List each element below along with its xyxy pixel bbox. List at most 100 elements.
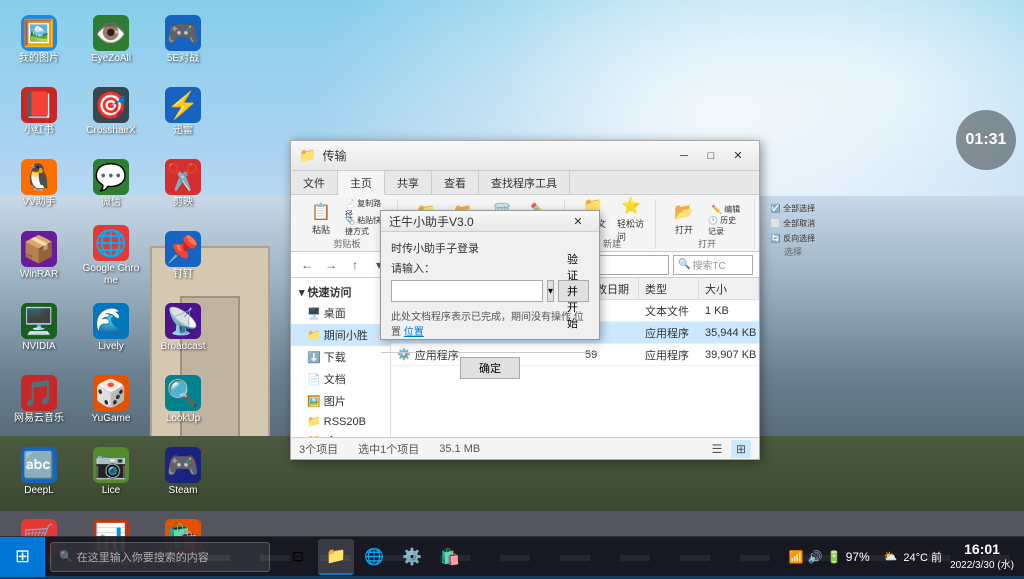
file-size: 1 KB [699,305,759,317]
desktop-icon-crosshairx[interactable]: 🎯 CrosshairX [77,77,145,147]
file-type: 文本文件 [639,303,699,319]
window-close-button[interactable]: ✕ [725,146,751,166]
sidebar: ▾快速访问 🖥️ 桌面 📁 期间小胜 ⬇️ 下载 📄 文档 🖼️ 图片 📁 RS… [291,278,391,437]
sidebar-item-rss20b[interactable]: 📁 RSS20B [291,412,390,431]
desktop-icon-label: 5E对战 [167,53,199,65]
file-size: 39,907 KB [699,349,759,361]
dialog-input-field[interactable] [391,280,543,302]
ribbon-tab-share[interactable]: 共享 [385,171,432,195]
desktop-icon-5e[interactable]: 🎮 5E对战 [149,5,217,75]
taskbar-time: 16:01 [950,540,1014,560]
desktop-icon-chrome[interactable]: 🌐 Google Chrome [77,221,145,291]
ribbon-btn-paste[interactable]: 📋 粘贴 [303,201,339,237]
desktop-icon-label: VV助手 [22,197,55,209]
taskbar-icon-edge[interactable]: 🌐 [356,539,392,575]
sidebar-header-quick-access[interactable]: ▾快速访问 [291,282,390,302]
desktop-icon-lively[interactable]: 🌊 Lively [77,293,145,363]
taskbar-search-bar[interactable]: 🔍 在这里输入你要搜索的内容 [50,542,270,572]
desktop-icon-mypictures[interactable]: 🖼️ 我的图片 [5,5,73,75]
status-items: 3个项目 [299,441,338,457]
tray-weather-text: 24°C 前 [903,549,942,565]
window-minimize-button[interactable]: ─ [671,146,697,166]
dialog-close-button[interactable]: ✕ [565,211,591,231]
desktop-icon-label: DeepL [24,485,53,497]
taskbar-icon-settings[interactable]: ⚙️ [394,539,430,575]
desktop-icon-dingding[interactable]: 📌 钉钉 [149,221,217,291]
desktop-icon-deepl[interactable]: 🔤 DeepL [5,437,73,507]
start-button[interactable]: ⊞ [0,537,45,577]
desktop-icon-jianying[interactable]: ✂️ 剪映 [149,149,217,219]
sidebar-item-desktop[interactable]: 🖥️ 桌面 [291,302,390,324]
desktop-icon-label: CrosshairX [86,125,135,137]
desktop-icon-yugame[interactable]: 🎲 YuGame [77,365,145,435]
ribbon-btn-invert-select[interactable]: 🔄 反向选择 [765,231,821,245]
ribbon-tab-file[interactable]: 文件 [291,171,338,195]
desktop-icon-label: EyeZoAll [91,53,131,65]
desktop-icon-label: 我的图片 [19,53,59,65]
desktop-icon-label: Google Chrome [79,263,143,287]
ribbon-group-open-label: 打开 [698,237,716,250]
search-placeholder: 搜索TC [692,257,725,272]
ribbon-btn-deselect-all[interactable]: ⬜ 全部取消 [765,216,821,230]
ribbon-tabs: 文件 主页 共享 查看 查找程序工具 [291,171,759,195]
desktop-icon-label: YuGame [92,413,131,425]
dialog-link[interactable]: 位置 [404,327,424,338]
desktop-icon-xiaohongshu[interactable]: 📕 小红书 [5,77,73,147]
ribbon-btn-easy-access[interactable]: ⭐ 轻松访问 [613,201,649,237]
desktop-icon-vv[interactable]: 🐧 VV助手 [5,149,73,219]
sidebar-item-documents[interactable]: 📄 文档 [291,368,390,390]
dialog-body: 时传小助手子登录 请输入： ▾ 验证并开始 此处文档程序表示已完成，期间没有操作… [381,232,599,352]
file-type: 应用程序 [639,325,699,341]
up-button[interactable]: ↑ [345,255,365,275]
sidebar-item-download[interactable]: ⬇️ 下载 [291,346,390,368]
desktop-icon-steam[interactable]: 🎮 Steam [149,437,217,507]
tray-icon-network[interactable]: 📶 [789,550,804,564]
taskbar-clock[interactable]: 16:01 2022/3/30 (水) [950,540,1014,574]
window-maximize-button[interactable]: □ [698,146,724,166]
dialog-ok-button[interactable]: 确定 [460,357,520,379]
ribbon-tab-view[interactable]: 查看 [432,171,479,195]
window-controls: ─ □ ✕ [671,146,751,166]
back-button[interactable]: ← [297,255,317,275]
dialog-dropdown-button[interactable]: ▾ [547,280,554,302]
desktop-icon-eyezoall[interactable]: 👁️ EyeZoAll [77,5,145,75]
file-type: 应用程序 [639,347,699,363]
desktop-icon-lice[interactable]: 📷 Lice [77,437,145,507]
col-header-type[interactable]: 类型 [639,278,699,299]
forward-button[interactable]: → [321,255,341,275]
sidebar-item-jianjiansheng[interactable]: 📁 期间小胜 [291,324,390,346]
sidebar-item-pictures[interactable]: 🖼️ 图片 [291,390,390,412]
dialog-info-text: 此处文档程序表示已完成，期间没有操作 位置 位置 [391,308,589,338]
col-header-size[interactable]: 大小 [699,278,759,299]
status-selected: 选中1个项目 [358,441,419,457]
dialog-verify-button[interactable]: 验证并开始 [558,280,589,302]
desktop-icon-nvidia[interactable]: 🖥️ NVIDIA [5,293,73,363]
tray-icon-volume[interactable]: 🔊 [808,550,823,564]
desktop-icon-lookup[interactable]: 🔍 LookUp [149,365,217,435]
view-details-button[interactable]: ☰ [707,440,727,458]
search-box[interactable]: 🔍 搜索TC [673,255,753,275]
tray-icon-battery[interactable]: 🔋 [827,550,842,564]
desktop-icon-wechat[interactable]: 💬 微信 [77,149,145,219]
view-buttons: ☰ ⊞ [707,440,751,458]
taskbar-icon-taskview[interactable]: ⊡ [280,539,316,575]
dialog-subtitle: 时传小助手子登录 [391,240,589,256]
desktop-icon-broadcast[interactable]: 📡 Broadcast [149,293,217,363]
ribbon-btn-select-all[interactable]: ☑️ 全部选择 [765,201,821,215]
dialog-input-label: 请输入： [391,260,589,276]
taskbar-icon-explorer[interactable]: 📁 [318,539,354,575]
dialog-footer: 确定 [381,352,599,383]
dialog-box: 迁牛小助手V3.0 ✕ 时传小助手子登录 请输入： ▾ 验证并开始 此处文档程序… [380,210,600,340]
desktop-icon-label: Steam [169,485,198,497]
ribbon-btn-open[interactable]: 📂 打开 [666,201,702,237]
desktop-icon-xunlei[interactable]: ⚡ 迅雷 [149,77,217,147]
taskbar-icon-store[interactable]: 🛍️ [432,539,468,575]
ribbon-btn-history[interactable]: 🕐 历史记录 [704,218,748,234]
ribbon-tab-home[interactable]: 主页 [338,171,385,195]
search-icon: 🔍 [59,550,73,563]
window-titlebar: 📁 传输 ─ □ ✕ [291,141,759,171]
view-list-button[interactable]: ⊞ [731,440,751,458]
desktop-icon-winrar[interactable]: 📦 WinRAR [5,221,73,291]
desktop-icon-music[interactable]: 🎵 网易云音乐 [5,365,73,435]
ribbon-tab-tools[interactable]: 查找程序工具 [479,171,570,195]
